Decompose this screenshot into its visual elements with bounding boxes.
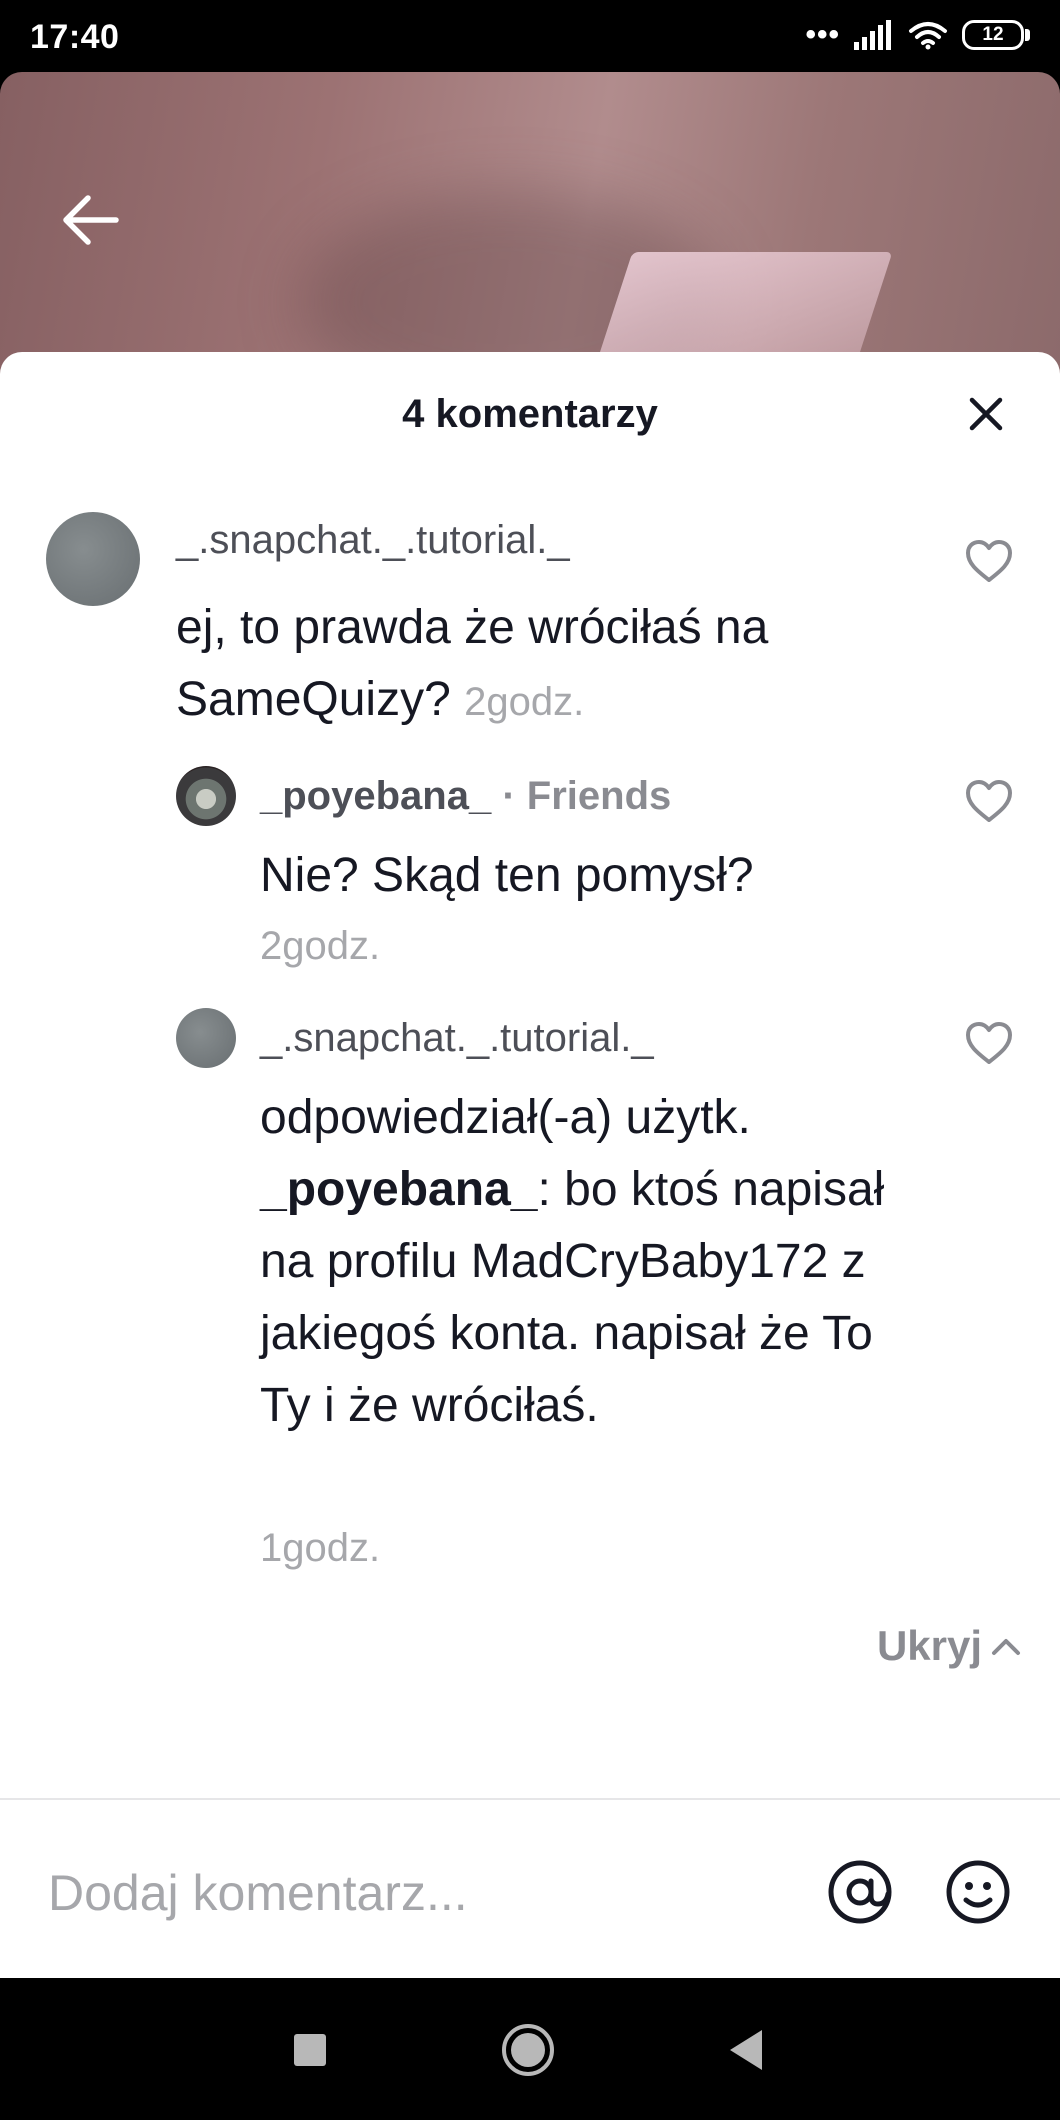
reply-username[interactable]: _.snapchat._.tutorial._ — [260, 1016, 654, 1061]
emoji-icon[interactable] — [944, 1858, 1012, 1926]
comment-text: ej, to prawda że wróciłaś na SameQuizy? … — [176, 592, 876, 738]
comment-username[interactable]: _.snapchat._.tutorial._ — [176, 518, 570, 563]
heart-icon[interactable] — [964, 538, 1014, 584]
nav-back-icon[interactable] — [726, 2028, 766, 2072]
chevron-up-icon — [992, 1639, 1020, 1655]
comments-count-title: 4 komentarzy — [402, 392, 658, 436]
reply-username[interactable]: _poyebana_ — [260, 774, 491, 818]
at-icon[interactable] — [826, 1858, 894, 1926]
reply-prefix: odpowiedział(-a) użytk. — [260, 1091, 751, 1144]
signal-dots: ••• — [805, 18, 840, 51]
comment-input[interactable] — [48, 1858, 748, 1928]
battery-level: 12 — [962, 20, 1024, 50]
reply-text: odpowiedział(-a) użytk. _poyebana_: bo k… — [260, 1082, 920, 1442]
wifi-icon — [909, 22, 947, 50]
avatar[interactable] — [46, 512, 140, 606]
nav-home-icon[interactable] — [500, 2022, 556, 2078]
comment-input-bar — [0, 1798, 1060, 1978]
friends-tag: · Friends — [502, 774, 672, 818]
avatar[interactable] — [176, 766, 236, 826]
reply-username-line: _poyebana_ · Friends — [260, 774, 671, 819]
video-background — [0, 72, 1060, 392]
nav-square-icon[interactable] — [292, 2032, 328, 2068]
cell-signal-icon — [854, 20, 891, 50]
close-icon[interactable] — [964, 392, 1008, 436]
navigation-bar — [0, 1978, 1060, 2120]
comments-sheet: 4 komentarzy _.snapchat._.tutorial._ ej,… — [0, 352, 1060, 1978]
comment-time: 2godz. — [464, 680, 585, 724]
hide-replies-label: Ukryj — [876, 1622, 982, 1669]
heart-icon[interactable] — [964, 778, 1014, 824]
mention-link[interactable]: _poyebana_ — [260, 1163, 537, 1216]
reply-text: Nie? Skąd ten pomysł? — [260, 849, 754, 902]
battery-icon: 12 — [962, 20, 1030, 50]
hide-replies-button[interactable]: Ukryj — [877, 1622, 1022, 1670]
reply-time: 2godz. — [260, 924, 381, 968]
reply-time: 1godz. — [260, 1526, 381, 1570]
status-bar: 17:40 ••• 12 — [0, 0, 1060, 72]
heart-icon[interactable] — [964, 1020, 1014, 1066]
status-time: 17:40 — [30, 18, 120, 56]
back-arrow-icon[interactable] — [58, 188, 122, 252]
avatar[interactable] — [176, 1008, 236, 1068]
status-icons: ••• 12 — [805, 20, 1030, 50]
